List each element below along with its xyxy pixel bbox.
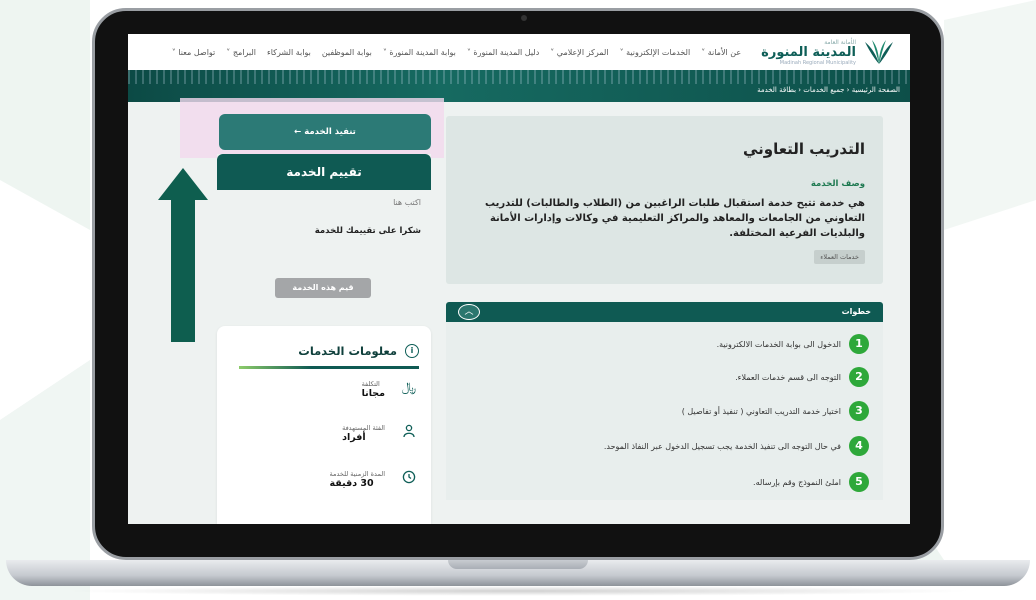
logo-title: المدينة المنورة: [761, 44, 856, 60]
step-text: التوجه الى قسم خدمات العملاء.: [735, 372, 841, 382]
logo-icon: [862, 38, 896, 66]
service-category-tag[interactable]: خدمات العملاء: [814, 250, 865, 264]
info-row-cost: ﷼ التكلفة مجانا: [362, 380, 417, 399]
step-item: 3 اختيار خدمة التدريب التعاوني ( تنفيذ أ…: [682, 401, 869, 421]
nav-item-eservices[interactable]: الخدمات الإلكترونية ˅: [620, 48, 691, 57]
info-value: أفراد: [342, 432, 366, 443]
nav-item-guide[interactable]: دليل المدينة المنورة ˅: [467, 48, 539, 57]
laptop-notch: [448, 560, 588, 569]
steps-header[interactable]: خطوات ︿: [446, 302, 883, 322]
nav-menu: عن الأمانة ˅ الخدمات الإلكترونية ˅ المرك…: [172, 48, 761, 57]
person-icon: [401, 424, 417, 440]
execute-service-button[interactable]: تنفيذ الخدمة ←: [219, 114, 431, 150]
service-title: التدريب التعاوني: [742, 140, 865, 158]
step-number: 4: [849, 436, 869, 456]
step-text: في حال التوجه الى تنفيذ الخدمة يجب تسجيل…: [603, 441, 841, 451]
step-item: 4 في حال التوجه الى تنفيذ الخدمة يجب تسج…: [604, 436, 869, 456]
top-navigation: الأمانة العامة المدينة المنورة Madinah R…: [128, 34, 910, 70]
nav-item-programs[interactable]: البرامج ˅: [226, 48, 256, 57]
steps-title: خطوات: [841, 307, 871, 316]
service-card: التدريب التعاوني وصف الخدمة هي خدمة تتيح…: [446, 116, 883, 284]
info-value: مجانا: [361, 388, 385, 399]
step-item: 1 الدخول الى بوابة الخدمات الالكترونية.: [717, 334, 869, 354]
clock-icon: [401, 470, 417, 486]
nav-item-employees[interactable]: بوابة الموظفين: [322, 48, 372, 57]
rating-write-here[interactable]: اكتب هنا: [393, 198, 421, 207]
step-number: 1: [849, 334, 869, 354]
step-text: اختيار خدمة التدريب التعاوني ( تنفيذ أو …: [681, 406, 841, 416]
info-header: i معلومات الخدمات: [298, 344, 419, 358]
info-divider: [239, 366, 419, 369]
breadcrumb[interactable]: الصفحة الرئيسية ‹ جميع الخدمات ‹ بطاقة ا…: [757, 86, 900, 94]
nav-item-portal[interactable]: بوابة المدينة المنورة ˅: [383, 48, 456, 57]
rating-title: تقييم الخدمة: [217, 154, 431, 190]
riyal-icon: ﷼: [401, 380, 417, 395]
hero-pattern: [128, 70, 910, 84]
step-text: الدخول الى بوابة الخدمات الالكترونية.: [716, 339, 841, 349]
chevron-up-icon[interactable]: ︿: [458, 304, 480, 320]
info-value: 30 دقيقة: [329, 478, 374, 489]
info-icon: i: [405, 344, 419, 358]
info-label: التكلفة: [361, 380, 380, 388]
pointer-arrow-shaft: [171, 198, 195, 342]
steps-list: 1 الدخول الى بوابة الخدمات الالكترونية. …: [446, 322, 883, 500]
step-number: 5: [849, 472, 869, 492]
info-row-audience: الفئة المستهدفة أفراد: [342, 424, 417, 443]
nav-item-media[interactable]: المركز الإعلامي ˅: [550, 48, 608, 57]
laptop-shadow: [60, 586, 976, 596]
service-desc-label: وصف الخدمة: [810, 179, 865, 189]
info-row-duration: المدة الزمنية للخدمة 30 دقيقة: [330, 470, 417, 489]
logo-english: Madinah Regional Municipality: [779, 59, 856, 66]
browser-screen: الأمانة العامة المدينة المنورة Madinah R…: [128, 34, 910, 524]
nav-item-partners[interactable]: بوابة الشركاء: [267, 48, 311, 57]
rate-service-button[interactable]: قيم هذه الخدمة: [275, 278, 371, 298]
step-number: 3: [849, 401, 869, 421]
service-info-panel: i معلومات الخدمات ﷼ التكلفة مجانا الفئة …: [217, 326, 431, 524]
pointer-arrow-head: [158, 168, 208, 200]
service-description: هي خدمة تتيح خدمة استقبال طلبات الراغبين…: [485, 198, 865, 239]
step-item: 5 املئ النموذج وقم بإرساله.: [753, 472, 869, 492]
webcam: [521, 15, 527, 21]
info-label: الفئة المستهدفة: [342, 424, 385, 432]
step-text: املئ النموذج وقم بإرساله.: [753, 477, 841, 487]
rating-thanks-message: شكرا على تقييمك للخدمة: [314, 226, 421, 236]
info-label: المدة الزمنية للخدمة: [329, 470, 385, 478]
nav-item-contact[interactable]: تواصل معنا ˅: [172, 48, 216, 57]
nav-item-about[interactable]: عن الأمانة ˅: [701, 48, 741, 57]
step-item: 2 التوجه الى قسم خدمات العملاء.: [735, 367, 869, 387]
site-logo[interactable]: الأمانة العامة المدينة المنورة Madinah R…: [761, 38, 910, 66]
step-number: 2: [849, 367, 869, 387]
info-title: معلومات الخدمات: [298, 344, 397, 358]
laptop-frame: الأمانة العامة المدينة المنورة Madinah R…: [0, 0, 1036, 600]
